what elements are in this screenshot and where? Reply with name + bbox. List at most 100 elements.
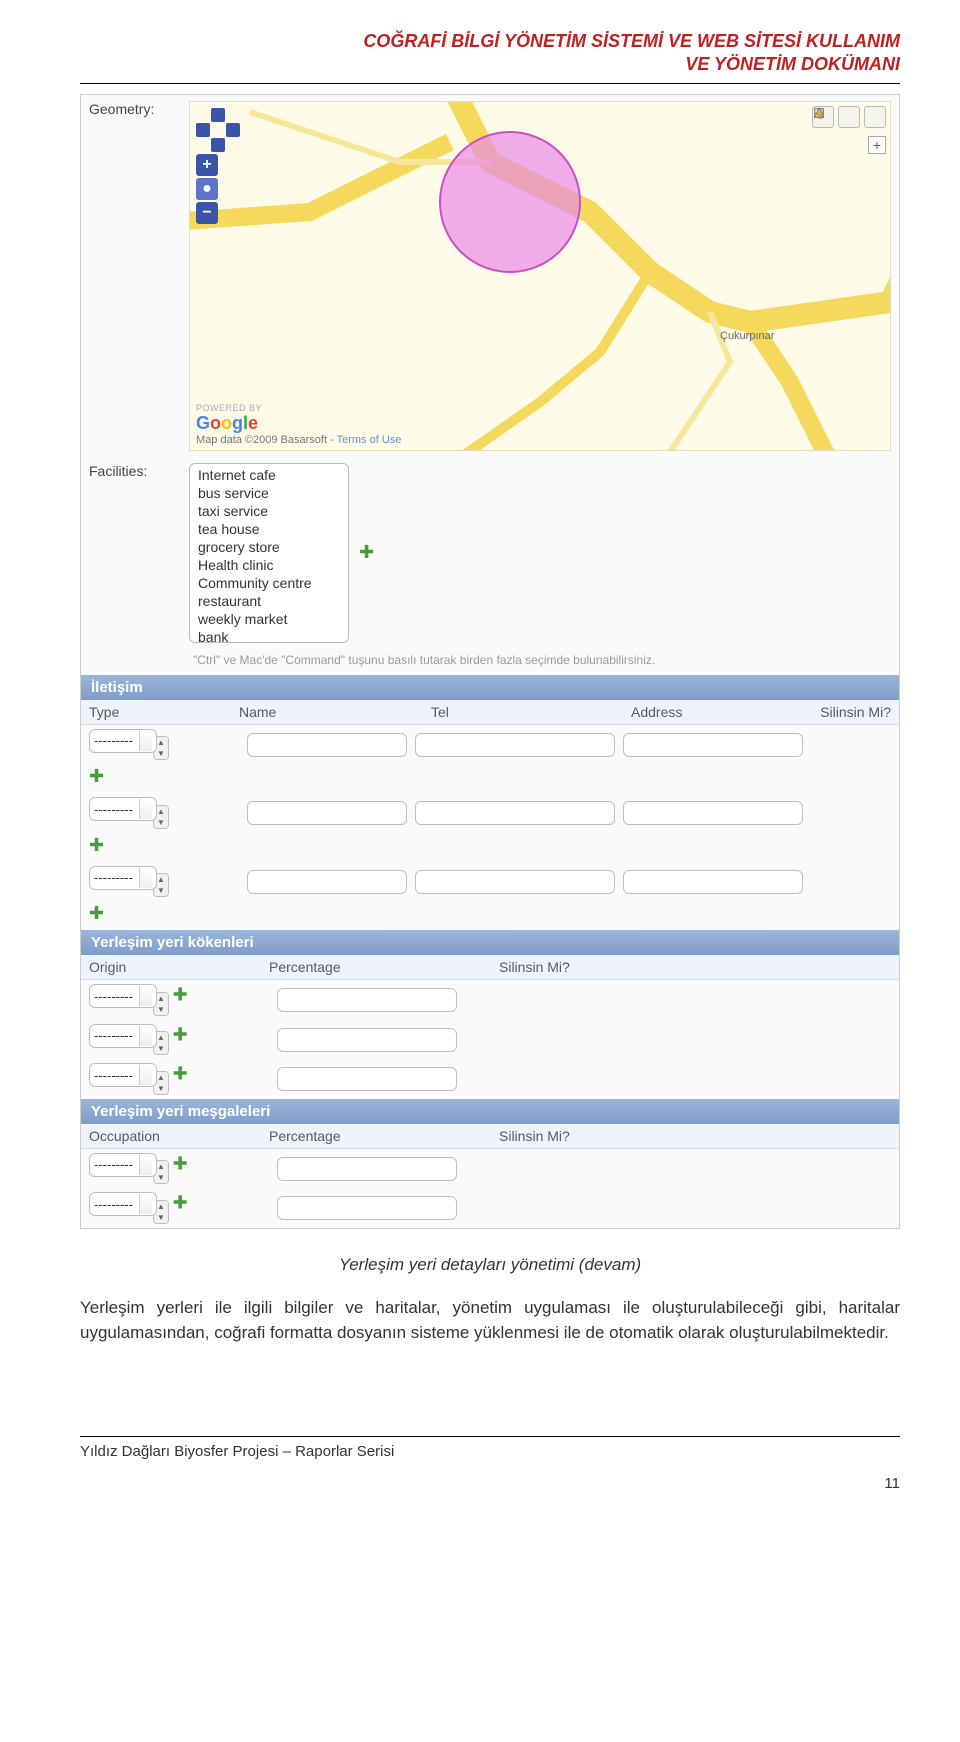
list-item[interactable]: bus service <box>190 484 348 502</box>
tel-input[interactable] <box>415 733 615 757</box>
page-number: 11 <box>884 1475 900 1492</box>
header-rule <box>80 83 900 84</box>
kokenleri-row: ---------▲▼ ✚ <box>81 980 899 1020</box>
origin-select[interactable]: --------- <box>89 1063 157 1087</box>
body-paragraph: Yerleşim yerleri ile ilgili bilgiler ve … <box>80 1295 900 1346</box>
mesgaleleri-row: ---------▲▼ ✚ <box>81 1149 899 1189</box>
map-place-label: Çukurpınar <box>720 330 774 342</box>
add-facility-button[interactable]: ✚ <box>359 542 374 563</box>
list-item[interactable]: restaurant <box>190 592 348 610</box>
add-iletisim-row-button[interactable]: ✚ <box>89 903 104 923</box>
facilities-label: Facilities: <box>89 463 189 479</box>
list-item[interactable]: bank <box>190 628 348 643</box>
col-address: Address <box>631 704 811 720</box>
map-draw-tools <box>812 106 886 128</box>
col-percentage: Percentage <box>269 959 499 975</box>
address-input[interactable] <box>623 870 803 894</box>
add-origin-button[interactable]: ✚ <box>173 1064 188 1084</box>
map-attribution: POWERED BY Google Map data ©2009 Basarso… <box>196 403 401 446</box>
percentage-input[interactable] <box>277 988 457 1012</box>
geometry-row: Geometry: Çukurpınar <box>81 95 899 457</box>
occupation-select[interactable]: --------- <box>89 1192 157 1216</box>
map-pan-control[interactable] <box>196 108 240 152</box>
mesgaleleri-columns: Occupation Percentage Silinsin Mi? <box>81 1124 899 1149</box>
list-item[interactable]: Internet cafe <box>190 466 348 484</box>
type-select[interactable]: --------- <box>89 797 157 821</box>
col-percentage: Percentage <box>269 1128 499 1144</box>
header-line1: COĞRAFİ BİLGİ YÖNETİM SİSTEMİ VE WEB SİT… <box>200 30 900 53</box>
col-delete: Silinsin Mi? <box>499 959 891 975</box>
kokenleri-row: ---------▲▼ ✚ <box>81 1059 899 1099</box>
list-item[interactable]: weekly market <box>190 610 348 628</box>
map-pan-zoom-controls: + ● − <box>196 108 240 224</box>
type-select[interactable]: --------- <box>89 729 157 753</box>
add-origin-button[interactable]: ✚ <box>173 985 188 1005</box>
map-data-credit: Map data ©2009 Basarsoft - Terms of Use <box>196 434 401 446</box>
document-footer: Yıldız Dağları Biyosfer Projesi – Raporl… <box>80 1443 900 1460</box>
iletisim-columns: Type Name Tel Address Silinsin Mi? <box>81 700 899 725</box>
iletisim-row: ---------▲▼ <box>81 862 899 902</box>
pan-up-icon[interactable] <box>211 108 225 122</box>
pan-down-icon[interactable] <box>211 138 225 152</box>
origin-select[interactable]: --------- <box>89 1024 157 1048</box>
name-input[interactable] <box>247 870 407 894</box>
occupation-select[interactable]: --------- <box>89 1153 157 1177</box>
pan-right-icon[interactable] <box>226 123 240 137</box>
tel-input[interactable] <box>415 870 615 894</box>
col-delete: Silinsin Mi? <box>811 704 891 720</box>
map-expand-button[interactable]: + <box>868 136 886 154</box>
footer-text: Yıldız Dağları Biyosfer Projesi – Raporl… <box>80 1443 394 1460</box>
draw-square-tool[interactable] <box>864 106 886 128</box>
list-item[interactable]: Health clinic <box>190 556 348 574</box>
address-input[interactable] <box>623 733 803 757</box>
facilities-hint: "Ctrl" ve Mac'de "Command" tuşunu basılı… <box>81 649 899 675</box>
add-occupation-button[interactable]: ✚ <box>173 1153 188 1173</box>
list-item[interactable]: grocery store <box>190 538 348 556</box>
origin-select[interactable]: --------- <box>89 984 157 1008</box>
percentage-input[interactable] <box>277 1028 457 1052</box>
percentage-input[interactable] <box>277 1067 457 1091</box>
list-item[interactable]: taxi service <box>190 502 348 520</box>
col-origin: Origin <box>89 959 269 975</box>
document-header: COĞRAFİ BİLGİ YÖNETİM SİSTEMİ VE WEB SİT… <box>200 30 900 77</box>
pan-left-icon[interactable] <box>196 123 210 137</box>
draw-polygon-tool[interactable] <box>838 106 860 128</box>
zoom-out-button[interactable]: − <box>196 202 218 224</box>
add-iletisim-row-button[interactable]: ✚ <box>89 766 104 786</box>
col-type: Type <box>89 704 239 720</box>
powered-by-label: POWERED BY <box>196 403 401 413</box>
facilities-row: Facilities: Internet cafe bus service ta… <box>81 457 899 649</box>
name-input[interactable] <box>247 801 407 825</box>
map-roads <box>190 102 890 450</box>
terms-link[interactable]: Terms of Use <box>337 434 402 446</box>
iletisim-row: ---------▲▼ <box>81 793 899 833</box>
iletisim-row: ---------▲▼ <box>81 725 899 765</box>
kokenleri-row: ---------▲▼ ✚ <box>81 1020 899 1060</box>
kokenleri-columns: Origin Percentage Silinsin Mi? <box>81 955 899 980</box>
col-tel: Tel <box>431 704 631 720</box>
percentage-input[interactable] <box>277 1196 457 1220</box>
add-occupation-button[interactable]: ✚ <box>173 1193 188 1213</box>
tel-input[interactable] <box>415 801 615 825</box>
col-occupation: Occupation <box>89 1128 269 1144</box>
address-input[interactable] <box>623 801 803 825</box>
percentage-input[interactable] <box>277 1157 457 1181</box>
list-item[interactable]: Community centre <box>190 574 348 592</box>
geometry-label: Geometry: <box>89 101 189 117</box>
col-name: Name <box>239 704 431 720</box>
facilities-listbox[interactable]: Internet cafe bus service taxi service t… <box>189 463 349 643</box>
footer-rule <box>80 1436 900 1437</box>
add-iletisim-row-button[interactable]: ✚ <box>89 835 104 855</box>
type-select[interactable]: --------- <box>89 866 157 890</box>
zoom-in-button[interactable]: + <box>196 154 218 176</box>
iletisim-section-header: İletişim <box>81 675 899 700</box>
google-logo: Google <box>196 413 401 434</box>
zoom-world-button[interactable]: ● <box>196 178 218 200</box>
figure-caption: Yerleşim yeri detayları yönetimi (devam) <box>80 1255 900 1275</box>
kokenleri-section-header: Yerleşim yeri kökenleri <box>81 930 899 955</box>
name-input[interactable] <box>247 733 407 757</box>
list-item[interactable]: tea house <box>190 520 348 538</box>
mesgaleleri-row: ---------▲▼ ✚ <box>81 1188 899 1228</box>
map-widget[interactable]: Çukurpınar + ● − <box>189 101 891 451</box>
add-origin-button[interactable]: ✚ <box>173 1024 188 1044</box>
